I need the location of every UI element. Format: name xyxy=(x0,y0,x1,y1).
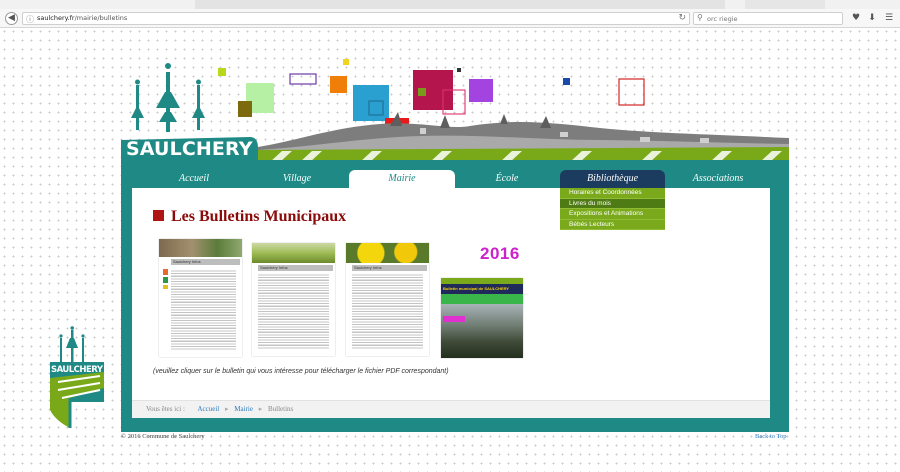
year-label: 2016 xyxy=(480,244,520,263)
bulletin-thumbnail-1[interactable]: Saulchery Infos xyxy=(159,239,242,357)
bulletin-header: Saulchery Infos xyxy=(258,265,333,271)
bulletin-photo xyxy=(252,243,335,263)
breadcrumb-accueil[interactable]: Accueil xyxy=(197,405,219,413)
back-to-top-link[interactable]: Back to Top xyxy=(755,433,787,440)
title-square-icon xyxy=(153,210,164,221)
bulletin-thumbnail-2[interactable]: Saulchery Infos xyxy=(252,243,335,356)
breadcrumb-mairie[interactable]: Mairie xyxy=(234,405,253,413)
bulletin-thumbnail-4[interactable]: Bulletin municipal de SAULCHERY xyxy=(441,278,523,358)
breadcrumb: Vous êtes ici : Accueil ▸ Mairie ▸ Bulle… xyxy=(132,400,770,418)
main-navigation: Accueil Village Mairie École Bibliothèqu… xyxy=(121,170,789,188)
bulletin-text-lines xyxy=(171,269,236,351)
bulletin-photo xyxy=(159,239,242,257)
svg-text:SAULCHERY: SAULCHERY xyxy=(51,365,104,375)
dropdown-item-livres[interactable]: Livres du mois xyxy=(560,198,665,209)
bulletin-thumbnail-3[interactable]: Saulchery Infos xyxy=(346,243,429,356)
footer-copyright: © 2016 Commune de Saulchery xyxy=(121,433,205,440)
breadcrumb-separator-icon: ▸ xyxy=(258,405,263,413)
breadcrumb-prefix: Vous êtes ici : xyxy=(146,405,185,413)
nav-bibliotheque[interactable]: Bibliothèque xyxy=(560,170,665,188)
bulletin-text-lines xyxy=(258,273,329,350)
bulletin-subheader xyxy=(441,294,523,304)
page-title: Les Bulletins Municipaux xyxy=(153,208,346,226)
nav-accueil[interactable]: Accueil xyxy=(164,170,224,188)
breadcrumb-current: Bulletins xyxy=(267,405,294,413)
download-instruction: (veuillez cliquer sur le bulletin qui vo… xyxy=(153,368,449,375)
bulletin-pink-tag xyxy=(443,316,465,322)
bulletin-photo xyxy=(346,243,429,263)
nav-associations[interactable]: Associations xyxy=(683,170,753,188)
nav-ecole[interactable]: École xyxy=(477,170,537,188)
svg-text:SAULCHERY: SAULCHERY xyxy=(126,138,253,160)
bulletin-photo xyxy=(441,304,523,358)
bulletin-header: Bulletin municipal de SAULCHERY xyxy=(441,284,523,294)
bulletin-header: Saulchery Infos xyxy=(171,259,240,265)
dropdown-item-expositions[interactable]: Expositions et Animations xyxy=(560,209,665,220)
dropdown-item-horaires[interactable]: Horaires et Coordonnées xyxy=(560,188,665,199)
nav-village[interactable]: Village xyxy=(267,170,327,188)
bulletin-header: Saulchery Infos xyxy=(352,265,427,271)
bulletin-color-bar xyxy=(163,269,168,289)
bibliotheque-dropdown: Horaires et Coordonnées Livres du mois E… xyxy=(560,188,665,230)
page-title-text: Les Bulletins Municipaux xyxy=(171,208,347,225)
breadcrumb-separator-icon: ▸ xyxy=(225,405,229,413)
bulletin-text-lines xyxy=(352,273,423,350)
nav-mairie[interactable]: Mairie xyxy=(349,170,455,188)
dropdown-item-bebes-lecteurs[interactable]: Bébés Lecteurs xyxy=(560,219,665,230)
